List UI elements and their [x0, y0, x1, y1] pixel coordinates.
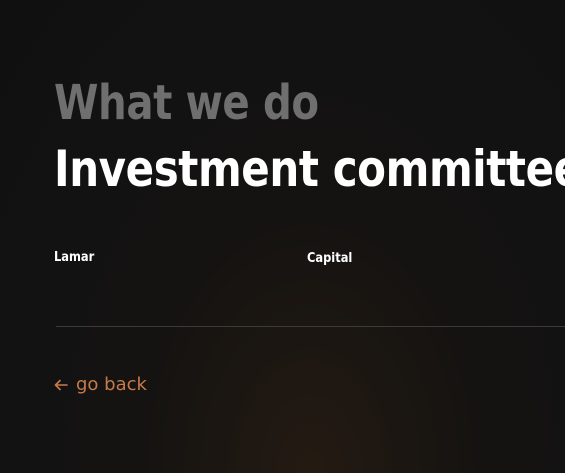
- divider: [56, 326, 565, 327]
- go-back-label: go back: [76, 374, 147, 395]
- go-back-link[interactable]: go back: [53, 373, 147, 397]
- arrow-left-icon: [53, 377, 69, 393]
- page: What we do Investment committee Lamar Ca…: [0, 0, 565, 473]
- section-eyebrow: What we do: [54, 75, 319, 131]
- page-title: Investment committee: [54, 140, 565, 198]
- member-name-label: Lamar: [54, 250, 95, 265]
- company-label: Capital: [307, 251, 353, 266]
